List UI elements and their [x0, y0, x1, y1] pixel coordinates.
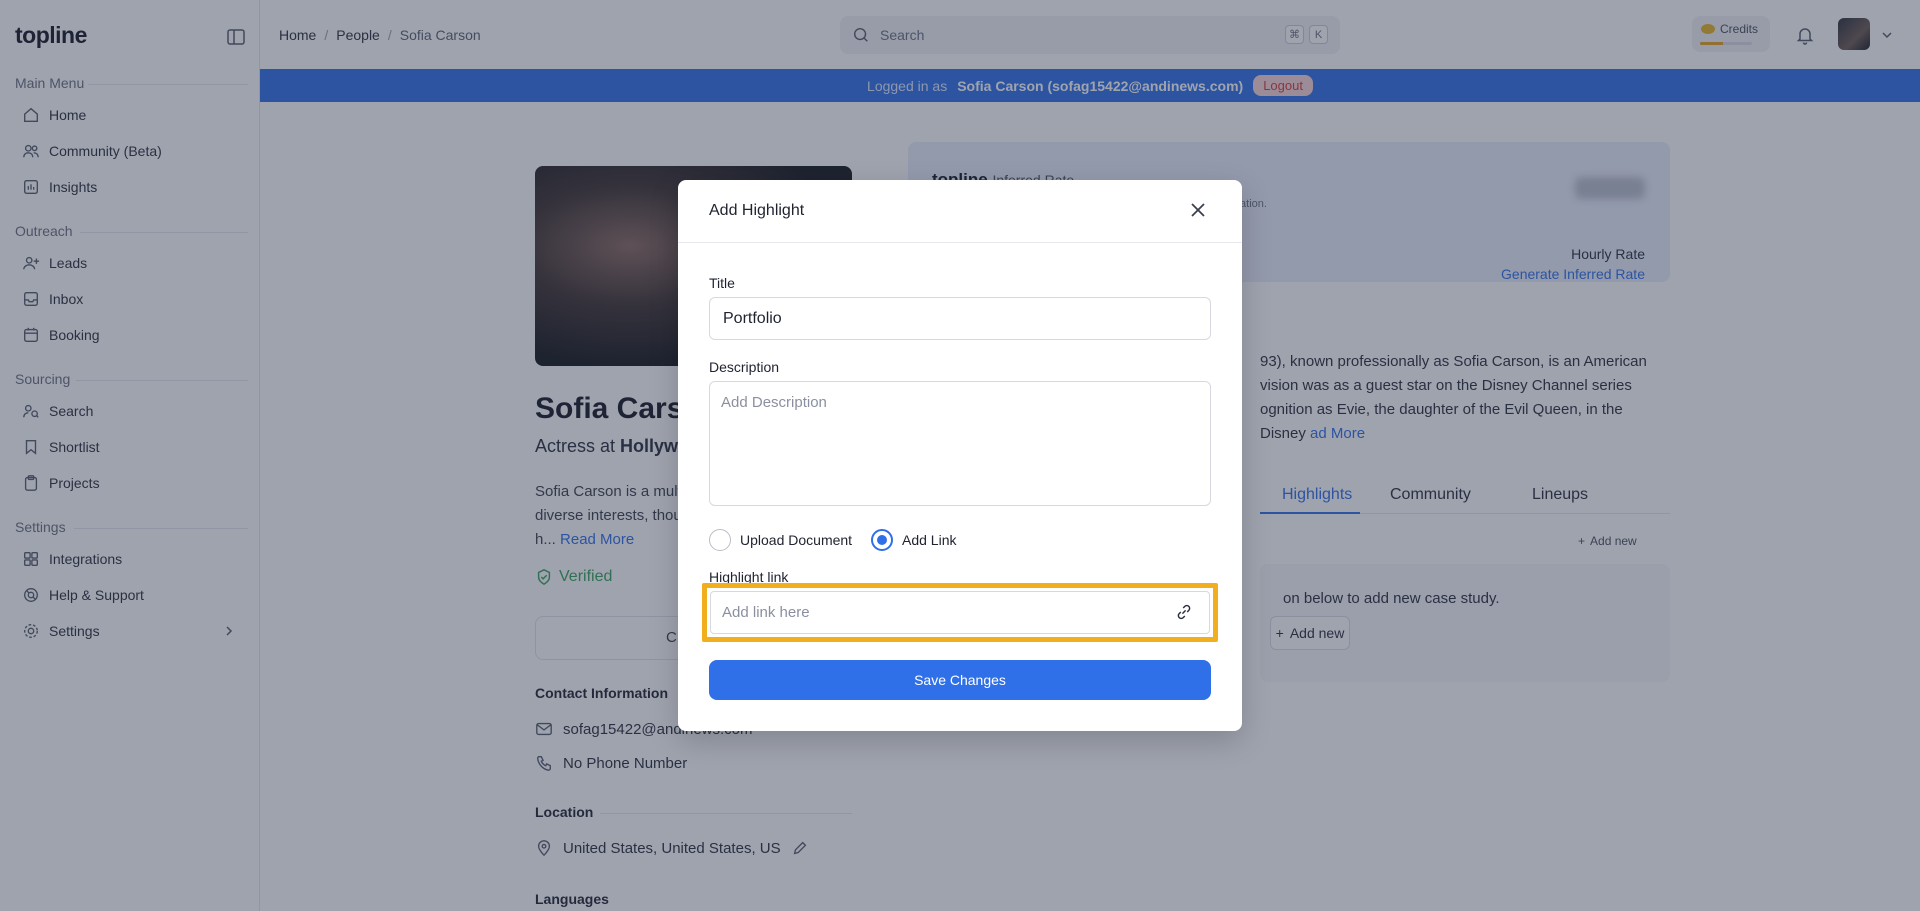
radio-add-link[interactable] — [871, 529, 893, 551]
description-textarea[interactable] — [709, 381, 1211, 506]
add-highlight-modal: Add Highlight Title Description Upload D… — [678, 180, 1242, 731]
close-icon[interactable] — [1188, 200, 1208, 220]
description-field-label: Description — [709, 359, 780, 375]
modal-title: Add Highlight — [709, 202, 805, 219]
highlight-link-focus-frame — [702, 583, 1218, 642]
highlight-link-input[interactable] — [710, 591, 1210, 634]
save-changes-button[interactable]: Save Changes — [709, 660, 1211, 700]
title-field-label: Title — [709, 275, 735, 291]
add-link-option[interactable]: Add Link — [871, 529, 956, 551]
radio-upload-document[interactable] — [709, 529, 731, 551]
upload-document-option[interactable]: Upload Document — [709, 529, 852, 551]
upload-document-label: Upload Document — [740, 532, 853, 548]
title-input[interactable] — [709, 297, 1211, 340]
link-icon — [1177, 604, 1191, 620]
add-link-label: Add Link — [902, 532, 957, 548]
modal-divider — [678, 242, 1242, 243]
